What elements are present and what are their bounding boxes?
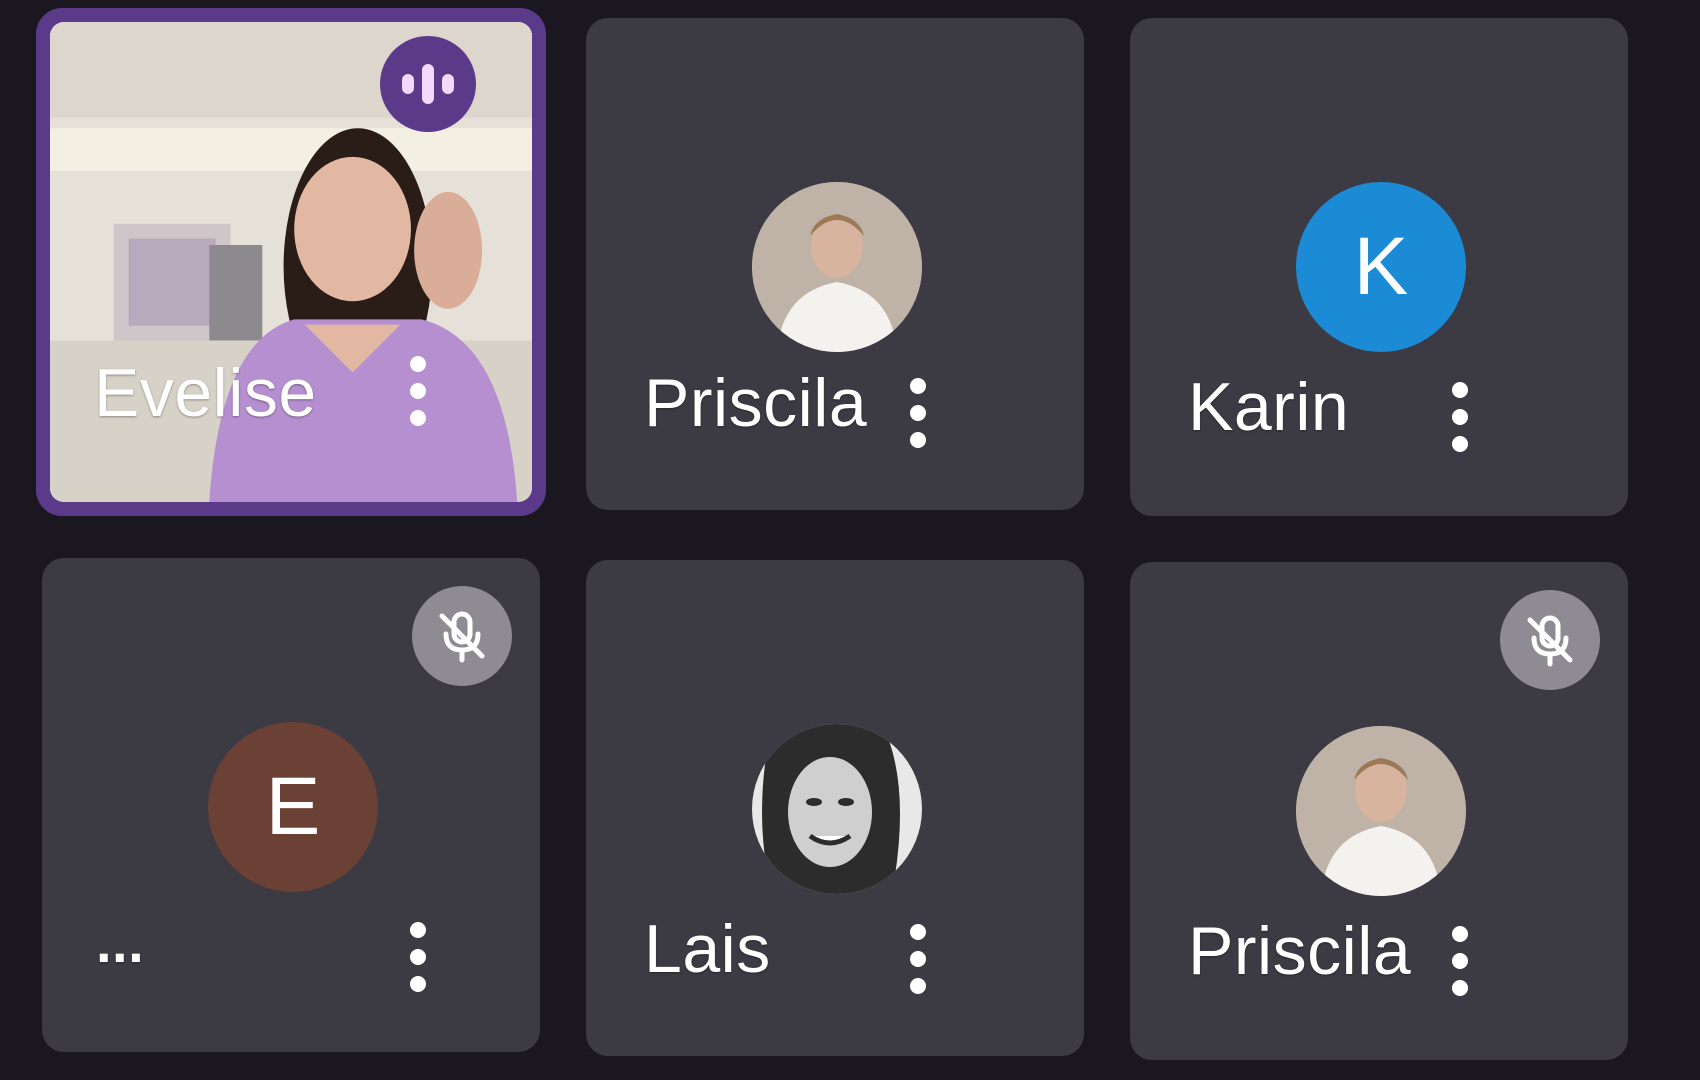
mic-off-icon xyxy=(412,586,512,686)
more-vert-icon[interactable] xyxy=(406,356,430,426)
participant-tile-evelise[interactable]: Evelise xyxy=(36,8,546,516)
audio-wave-icon xyxy=(380,36,476,132)
more-vert-icon[interactable] xyxy=(906,924,930,994)
mic-off-icon xyxy=(1500,590,1600,690)
more-vert-icon[interactable] xyxy=(906,378,930,448)
participant-name: Priscila xyxy=(644,365,868,441)
participant-name: ... xyxy=(96,911,145,974)
participant-name: Priscila xyxy=(1188,913,1412,989)
participant-name: Lais xyxy=(644,911,771,987)
avatar-initial: K xyxy=(1353,221,1409,312)
more-vert-icon[interactable] xyxy=(1448,926,1472,996)
participant-tile-karin[interactable]: K Karin xyxy=(1130,18,1628,516)
avatar: E xyxy=(208,722,378,892)
avatar-initial: E xyxy=(265,761,321,852)
participant-tile-e[interactable]: E ... xyxy=(42,558,540,1052)
more-vert-icon[interactable] xyxy=(406,922,430,992)
participant-tile-lais[interactable]: Lais xyxy=(586,560,1084,1056)
more-vert-icon[interactable] xyxy=(1448,382,1472,452)
participant-tile-priscila-2[interactable]: Priscila xyxy=(1130,562,1628,1060)
avatar xyxy=(1296,726,1466,896)
participant-tile-priscila[interactable]: Priscila xyxy=(586,18,1084,510)
avatar xyxy=(752,724,922,894)
participant-name: Karin xyxy=(1188,369,1350,445)
avatar xyxy=(752,182,922,352)
avatar: K xyxy=(1296,182,1466,352)
participant-name: Evelise xyxy=(94,355,317,431)
